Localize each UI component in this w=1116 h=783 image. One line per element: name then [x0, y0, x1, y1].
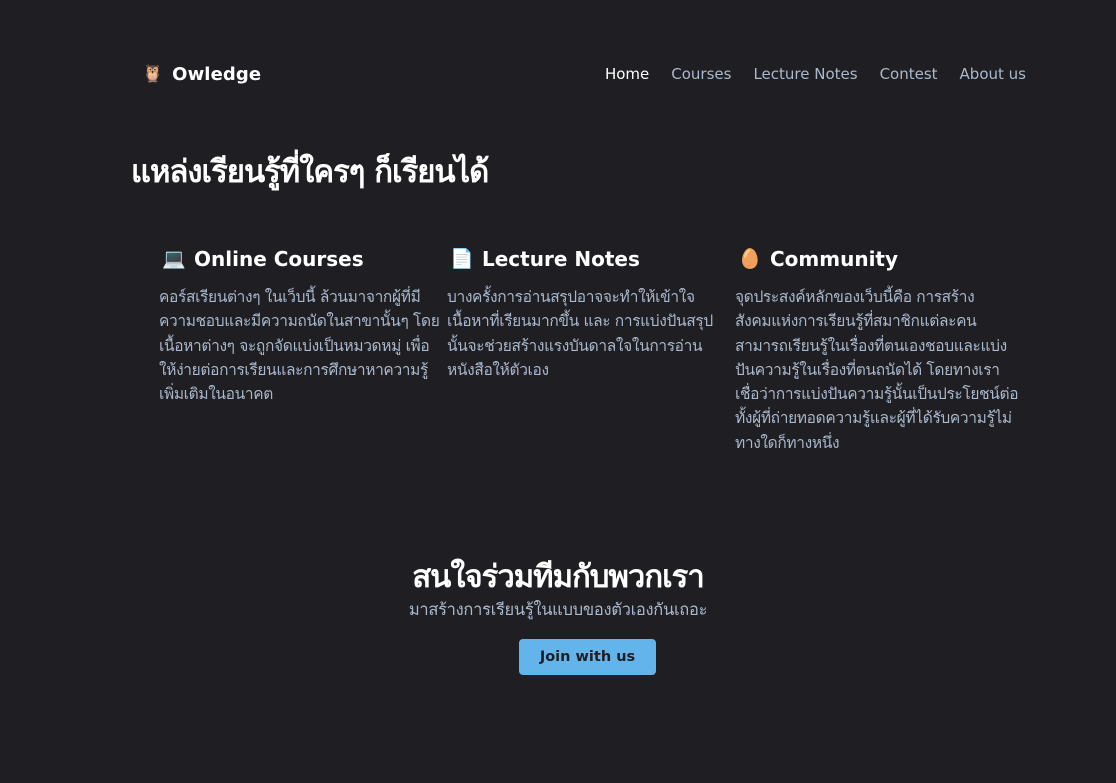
feature-heading: 📄 Lecture Notes — [450, 244, 727, 274]
feature-text-line: สามารถเรียนรู้ในเรื่องที่ตนเองชอบและแบ่ง — [735, 336, 1007, 355]
nav-lecture-notes-link[interactable]: Lecture Notes — [753, 65, 857, 83]
feature-text-line: ให้ง่ายต่อการเรียนและการศึกษาหาความรู้ — [159, 360, 428, 379]
feature-text-line: เพิ่มเติมในอนาคต — [159, 385, 273, 404]
egg-icon: 🥚 — [738, 247, 762, 270]
feature-text-line: เนื้อหาต่างๆ จะถูกจัดแบ่งเป็นหมวดหมู่ เพ… — [159, 336, 430, 355]
feature-text-line: ความชอบและมีความถนัดในสาขานั้นๆ โดย — [159, 312, 440, 331]
laptop-icon: 💻 — [162, 247, 186, 270]
cta-title: สนใจร่วมทีมกับพวกเรา — [412, 559, 705, 595]
document-icon: 📄 — [450, 247, 474, 270]
owl-icon: 🦉 — [142, 63, 164, 84]
feature-text-line: เชื่อว่าการแบ่งปันความรู้นั้นเป็นประโยชน… — [735, 385, 1019, 404]
brand-name: Owledge — [172, 63, 262, 85]
feature-text-line: จุดประสงค์หลักของเว็บนี้คือ การสร้าง — [735, 288, 975, 306]
feature-text-line: คอร์สเรียนต่างๆ ในเว็บนี้ ล้วนมาจากผู้ที… — [159, 288, 421, 306]
join-team-section: สนใจร่วมทีมกับพวกเรา มาสร้างการเรียนรู้ใ… — [0, 556, 1116, 675]
feature-description: บางครั้งการอ่านสรุปอาจจะทำให้เข้าใจ เนื้… — [447, 285, 727, 382]
feature-title: Online Courses — [194, 247, 364, 271]
feature-description: จุดประสงค์หลักของเว็บนี้คือ การสร้าง สัง… — [735, 285, 1019, 455]
feature-heading: 💻 Online Courses — [162, 244, 439, 274]
main-nav: Home Courses Lecture Notes Contest About… — [605, 60, 1026, 88]
feature-text-line: สังคมแห่งการเรียนรู้ที่สมาชิกแต่ละคน — [735, 312, 977, 331]
cta-subtitle: มาสร้างการเรียนรู้ในแบบของตัวเองกันเถอะ — [408, 600, 708, 619]
feature-title: Community — [770, 247, 899, 271]
site-header: 🦉 Owledge Home Courses Lecture Notes Con… — [142, 60, 1026, 88]
features-section: 💻 Online Courses คอร์สเรียนต่างๆ ในเว็บน… — [159, 244, 1029, 474]
feature-text-line: หนังสือให้ตัวเอง — [447, 360, 549, 379]
brand-logo[interactable]: 🦉 Owledge — [142, 60, 261, 88]
feature-online-courses: 💻 Online Courses คอร์สเรียนต่างๆ ในเว็บน… — [159, 244, 440, 406]
nav-courses-link[interactable]: Courses — [671, 65, 731, 83]
feature-text-line: ทั้งผู้ที่ถ่ายทอดความรู้และผู้ที่ได้รับค… — [735, 409, 1012, 428]
feature-description: คอร์สเรียนต่างๆ ในเว็บนี้ ล้วนมาจากผู้ที… — [159, 285, 440, 406]
join-with-us-button[interactable]: Join with us — [519, 639, 656, 675]
feature-text-line: ทางใดก็ทางหนึ่ง — [735, 433, 840, 452]
feature-title: Lecture Notes — [482, 247, 640, 271]
nav-contest-link[interactable]: Contest — [880, 65, 938, 83]
nav-home-link[interactable]: Home — [605, 65, 649, 83]
feature-community: 🥚 Community จุดประสงค์หลักของเว็บนี้คือ … — [735, 244, 1019, 455]
feature-lecture-notes: 📄 Lecture Notes บางครั้งการอ่านสรุปอาจจะ… — [447, 244, 727, 382]
feature-text-line: เนื้อหาที่เรียนมากขึ้น และ การแบ่งปันสรุ… — [447, 312, 713, 331]
hero-title: แหล่งเรียนรู้ที่ใครๆ ก็เรียนได้ — [131, 154, 489, 190]
feature-text-line: นั้นจะช่วยสร้างแรงบันดาลใจในการอ่าน — [447, 336, 703, 355]
feature-text-line: บางครั้งการอ่านสรุปอาจจะทำให้เข้าใจ — [447, 288, 695, 306]
feature-heading: 🥚 Community — [738, 244, 1015, 274]
nav-about-us-link[interactable]: About us — [960, 65, 1026, 83]
feature-text-line: ปันความรู้ในเรื่องที่ตนถนัดได้ โดยทางเรา — [735, 360, 1000, 379]
